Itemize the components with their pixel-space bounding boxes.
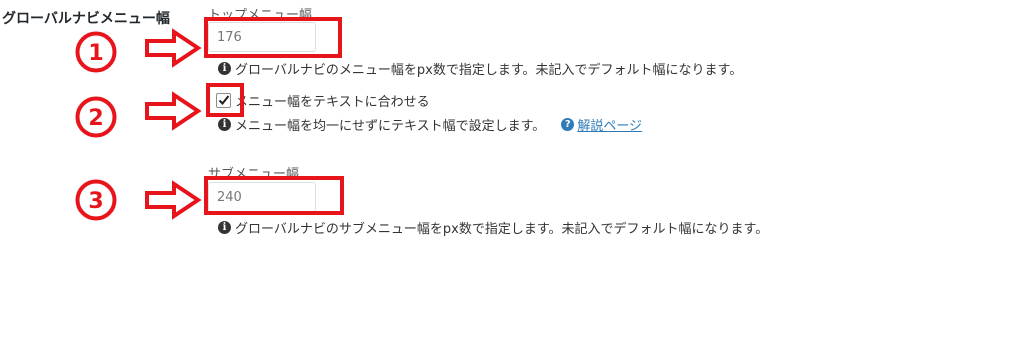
highlight-box-sub-menu	[204, 176, 344, 215]
marker-2-label: 2	[88, 106, 103, 131]
marker-2-icon: 2	[75, 96, 117, 138]
arrow-right-icon	[145, 91, 202, 131]
info-icon: i	[218, 62, 231, 75]
fit-text-label: メニュー幅をテキストに合わせる	[235, 95, 430, 110]
marker-1-label: 1	[88, 41, 103, 66]
arrow-right-icon	[145, 180, 202, 220]
arrow-right-icon	[145, 28, 202, 68]
marker-3-icon: 3	[75, 179, 117, 221]
fit-text-help: i メニュー幅を均一にせずにテキスト幅で設定します。 ? 解説ページ	[218, 115, 642, 134]
info-icon: i	[218, 118, 231, 131]
section-title: グローバルナビメニュー幅	[2, 11, 170, 27]
question-icon: ?	[561, 118, 575, 131]
fit-text-option[interactable]: メニュー幅をテキストに合わせる	[216, 91, 430, 110]
fit-text-help-text: メニュー幅を均一にせずにテキスト幅で設定します。	[235, 119, 546, 134]
sub-menu-width-help-text: グローバルナビのサブメニュー幅をpx数で指定します。未記入でデフォルト幅になりま…	[235, 222, 769, 237]
marker-3-label: 3	[88, 189, 103, 214]
top-menu-width-help: i グローバルナビのメニュー幅をpx数で指定します。未記入でデフォルト幅になりま…	[218, 59, 742, 78]
highlight-box-checkbox	[206, 83, 244, 117]
explanation-page-link[interactable]: 解説ページ	[577, 115, 642, 134]
top-menu-width-help-text: グローバルナビのメニュー幅をpx数で指定します。未記入でデフォルト幅になります。	[235, 63, 743, 78]
info-icon: i	[218, 221, 231, 234]
sub-menu-width-help: i グローバルナビのサブメニュー幅をpx数で指定します。未記入でデフォルト幅にな…	[218, 218, 768, 237]
marker-1-icon: 1	[75, 31, 117, 73]
highlight-box-top-menu	[204, 17, 342, 58]
